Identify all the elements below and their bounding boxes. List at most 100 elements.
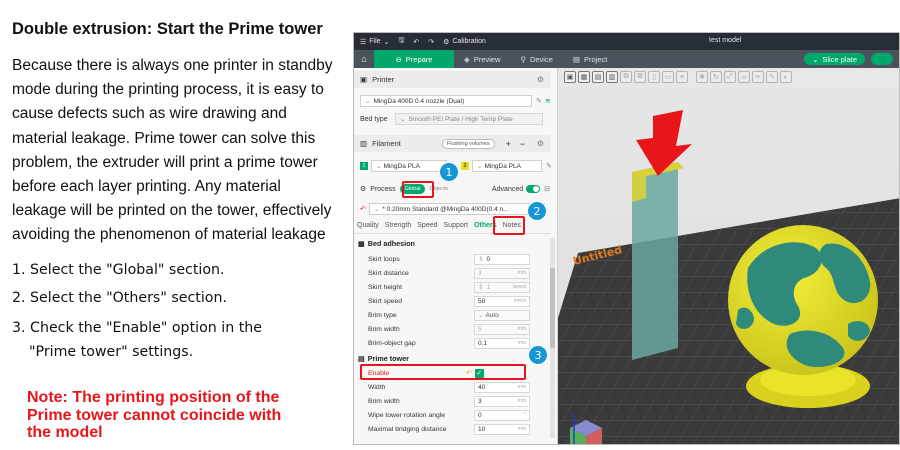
- advanced-toggle[interactable]: [526, 185, 541, 193]
- process-row: ⚙ Process Global Objects Advanced ⊟: [360, 184, 550, 194]
- step-1: 1. Select the "Global" section.: [12, 262, 225, 278]
- file-menu[interactable]: ☰ File ⌄: [360, 38, 389, 46]
- slice-plate-button[interactable]: ⌄ Slice plate: [804, 53, 865, 65]
- filament-section-header: ▥ Filament Flushing volumes + − ⚙: [354, 135, 550, 152]
- slicer-window: ☰ File ⌄ 🖫 ↶ ↷ ⚙ Calibration test model …: [353, 32, 900, 445]
- flushing-volumes-button[interactable]: Flushing volumes: [441, 138, 495, 149]
- printer-icon: ▣: [360, 75, 368, 84]
- subtab-support[interactable]: Support: [441, 222, 472, 229]
- note-line: Prime tower cannot coincide with: [27, 406, 282, 424]
- chevron-down-icon: ⌄: [365, 98, 371, 105]
- param-unit: °: [524, 412, 526, 418]
- remove-filament-icon[interactable]: −: [520, 139, 525, 149]
- reset-icon[interactable]: ↶: [360, 205, 366, 213]
- param-unit: mm: [517, 326, 526, 332]
- param-value: 40: [478, 383, 486, 391]
- tab-prepare[interactable]: ⊖ Prepare: [374, 50, 454, 68]
- param-label: Brim-object gap: [368, 339, 416, 347]
- param-row: Skirt loops ⇕ 0: [368, 252, 546, 266]
- param-input[interactable]: ⇕ 1 layers: [474, 281, 530, 293]
- printer-select[interactable]: ⌄ MingDa 400D 0.4 nozzle (Dual): [360, 95, 532, 107]
- param-input[interactable]: 3 mm: [474, 267, 530, 279]
- param-input[interactable]: 40 mm: [474, 381, 530, 393]
- chevron-down-icon: ⌄: [400, 116, 406, 123]
- param-input[interactable]: ⇕ 0: [474, 253, 530, 265]
- print-dropdown-button[interactable]: [871, 53, 893, 65]
- save-button[interactable]: 🖫: [398, 36, 404, 47]
- param-select[interactable]: ⌄ Auto: [474, 309, 530, 321]
- spin-icon[interactable]: ⇕: [478, 255, 483, 263]
- param-value: 0: [478, 411, 482, 419]
- param-input[interactable]: 10 mm: [474, 423, 530, 435]
- filament-2-select[interactable]: ⌄ MingDa PLA: [472, 160, 542, 172]
- param-value: 5: [478, 325, 482, 333]
- filament-icon: ▥: [360, 139, 368, 148]
- bed-type-row: Bed type ⌄ Smooth PEI Plate / High Temp …: [360, 113, 543, 125]
- slice-plate-label: Slice plate: [822, 54, 857, 64]
- project-icon: ▤: [572, 54, 580, 64]
- param-input[interactable]: 0 °: [474, 409, 530, 421]
- param-unit: mm: [517, 384, 526, 390]
- bed-adhesion-icon: ▦: [358, 239, 365, 248]
- note-line: Note: The printing position of the: [27, 389, 280, 406]
- spin-icon[interactable]: ⇕: [478, 283, 483, 291]
- bed-adhesion-title: Bed adhesion: [367, 239, 415, 248]
- paragraph-line: avoiding the phenomenon of material leak…: [12, 226, 326, 244]
- add-filament-icon[interactable]: +: [506, 139, 511, 149]
- device-icon: ⚲: [520, 54, 526, 64]
- home-icon[interactable]: ⌂: [354, 54, 374, 64]
- edit-icon[interactable]: ✎: [546, 162, 552, 170]
- param-input[interactable]: 0.1 mm: [474, 337, 530, 349]
- compare-icon[interactable]: ⊟: [544, 185, 550, 193]
- process-label: Process: [370, 185, 396, 193]
- scrollbar-thumb[interactable]: [550, 268, 555, 348]
- calibration-menu[interactable]: ⚙ Calibration: [443, 38, 486, 46]
- step-3-line-2: "Prime tower" settings.: [29, 344, 194, 360]
- process-profile-value: * 0.20mm Standard @MingDa 400D(0.4 n...: [382, 205, 509, 213]
- subtab-strength[interactable]: Strength: [382, 222, 414, 229]
- edit-icon[interactable]: ✎: [536, 97, 542, 105]
- main-toolbar: ⌂ ⊖ Prepare ◈ Preview ⚲ Device ▤ Project…: [354, 50, 899, 68]
- printer-header-label: Printer: [372, 75, 395, 84]
- prepare-icon: ⊖: [395, 54, 402, 64]
- tab-device-label: Device: [529, 54, 553, 64]
- bed-type-label: Bed type: [360, 115, 388, 123]
- tab-preview[interactable]: ◈ Preview: [454, 50, 510, 68]
- param-input[interactable]: 3 mm: [474, 395, 530, 407]
- param-row: Wipe tower rotation angle 0 °: [368, 408, 546, 422]
- prime-tower-title: Prime tower: [367, 354, 409, 363]
- gear-icon[interactable]: ⚙: [537, 139, 544, 148]
- param-input[interactable]: 50 mm/s: [474, 295, 530, 307]
- undo-button[interactable]: ↶: [413, 38, 419, 46]
- red-arrow-pointer: [636, 110, 692, 176]
- tab-project[interactable]: ▤ Project: [563, 50, 617, 68]
- process-profile-select[interactable]: ⌄ * 0.20mm Standard @MingDa 400D(0.4 n..…: [368, 203, 545, 215]
- paragraph-line: cause defects such as wire drawing and: [12, 105, 287, 123]
- param-label: Skirt height: [368, 283, 403, 291]
- redo-button[interactable]: ↷: [428, 38, 434, 46]
- step-2: 2. Select the "Others" section.: [12, 290, 227, 306]
- sidebar-scrollbar[interactable]: [550, 238, 555, 438]
- filament-1-swatch[interactable]: 1: [360, 162, 368, 170]
- filament-1-select[interactable]: ⌄ MingDa PLA: [371, 160, 447, 172]
- 3d-viewport[interactable]: ▣ ▦ ▤ ▥ ⧉ ⧉ ▯ ▭ ≡ ✥ ↻ ⤢ ▱ ✂ ✎ ◐ Untitled…: [558, 68, 899, 444]
- chevron-down-icon: ⌄: [373, 206, 380, 213]
- bed-type-select[interactable]: ⌄ Smooth PEI Plate / High Temp Plate: [395, 113, 543, 125]
- param-label: Wipe tower rotation angle: [368, 411, 446, 419]
- title-bar: ☰ File ⌄ 🖫 ↶ ↷ ⚙ Calibration test model: [354, 33, 899, 50]
- tab-project-label: Project: [584, 54, 608, 64]
- calibration-label: Calibration: [452, 38, 486, 45]
- process-profile-row: ↶ ⌄ * 0.20mm Standard @MingDa 400D(0.4 n…: [360, 203, 545, 215]
- chevron-down-icon: ⌄: [376, 163, 382, 170]
- gear-icon[interactable]: ⚙: [537, 75, 544, 84]
- subtab-speed[interactable]: Speed: [414, 222, 440, 229]
- param-input[interactable]: 5 mm: [474, 323, 530, 335]
- paragraph-line: mode during the printing process, it is …: [12, 81, 324, 99]
- tutorial-steps: 1. Select the "Global" section. 2. Selec…: [12, 256, 348, 364]
- tab-device[interactable]: ⚲ Device: [510, 50, 562, 68]
- calibration-icon: ⚙: [443, 38, 450, 46]
- param-row: Brim-object gap 0.1 mm: [368, 336, 546, 350]
- chevron-down-icon: ⌄: [383, 38, 390, 46]
- filament-2-swatch[interactable]: 2: [461, 162, 469, 170]
- subtab-quality[interactable]: Quality: [354, 222, 382, 229]
